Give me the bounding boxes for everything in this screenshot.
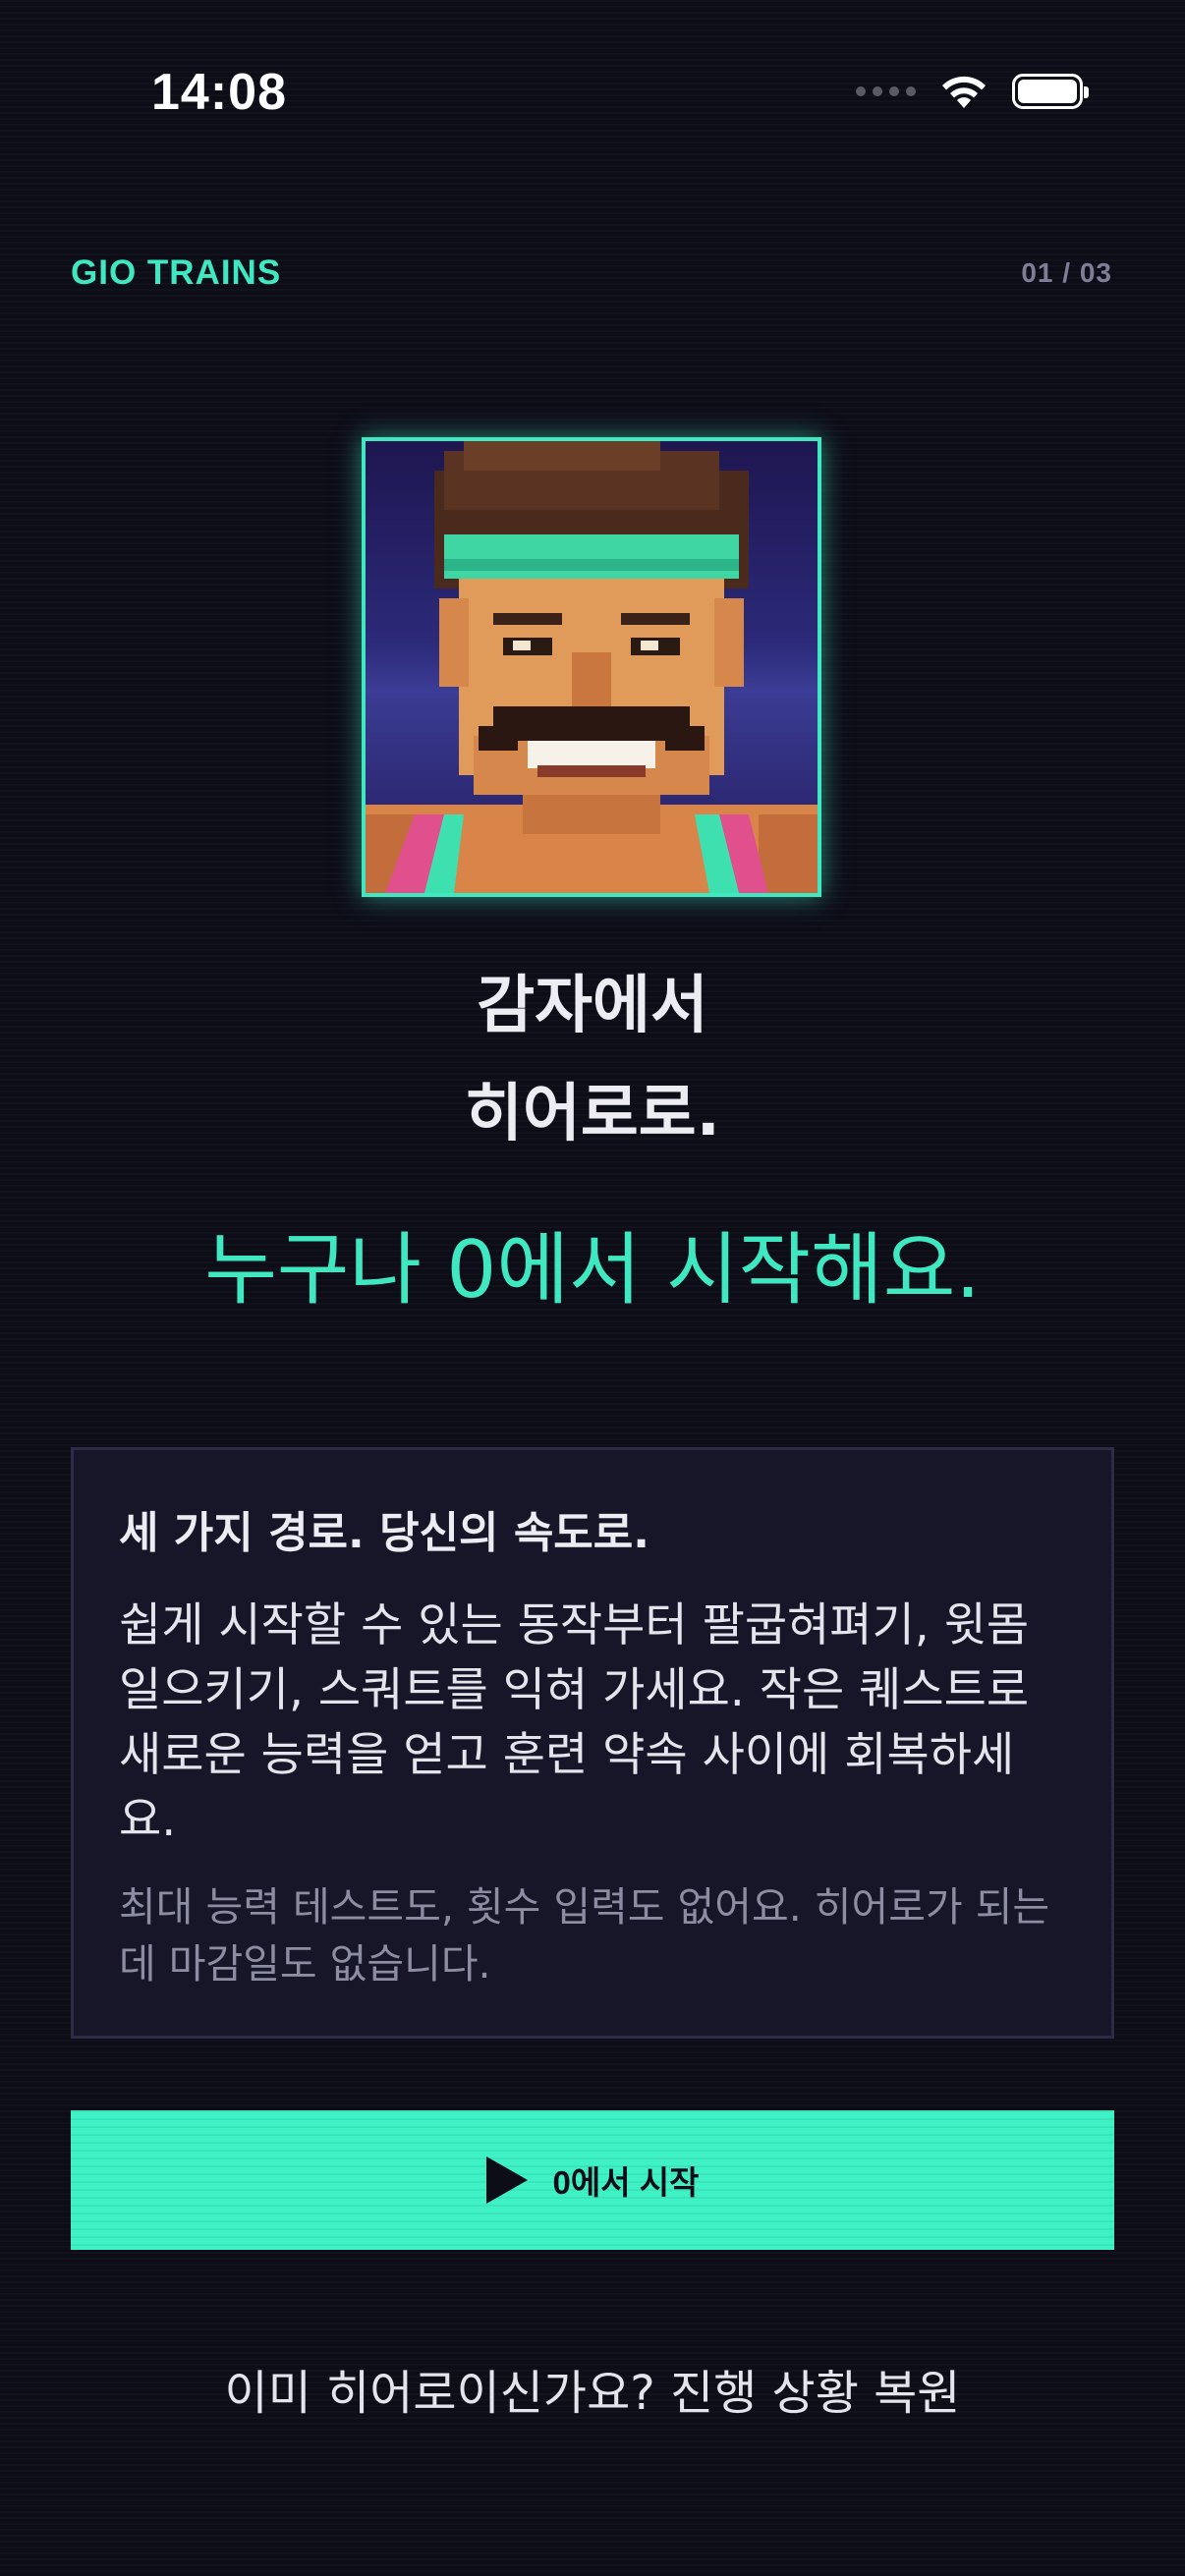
- start-from-zero-button[interactable]: 0에서 시작: [71, 2110, 1114, 2250]
- card-note: 최대 능력 테스트도, 횟수 입력도 없어요. 히어로가 되는 데 마감일도 없…: [119, 1883, 1050, 1988]
- headline-line-2: 히어로로.: [465, 1078, 720, 1150]
- card-title: 세 가지 경로. 당신의 속도로.: [119, 1508, 649, 1558]
- status-icons: [856, 73, 1089, 110]
- headline-line-1: 감자에서: [477, 970, 708, 1042]
- cellular-signal-icon: [856, 86, 916, 96]
- status-time: 14:08: [151, 64, 287, 121]
- restore-progress-link[interactable]: 이미 히어로이신가요? 진행 상황 복원: [0, 2354, 1185, 2423]
- card-body: 쉽게 시작할 수 있는 동작부터 팔굽혀펴기, 윗몸일으키기, 스쿼트를 익혀 …: [119, 1598, 1030, 1847]
- status-bar: 14:08: [0, 0, 1185, 187]
- start-button-label: 0에서 시작: [552, 2164, 700, 2201]
- hero-portrait-image: [362, 437, 821, 897]
- info-card: 세 가지 경로. 당신의 속도로. 쉽게 시작할 수 있는 동작부터 팔굽혀펴기…: [71, 1447, 1114, 2039]
- play-icon: [485, 2156, 528, 2204]
- page-counter: 01 / 03: [1021, 257, 1112, 288]
- app-title: GIO TRAINS: [71, 253, 282, 292]
- battery-icon: [1012, 74, 1089, 109]
- tagline: 누구나 0에서 시작해요.: [204, 1224, 981, 1316]
- wifi-icon: [939, 73, 988, 110]
